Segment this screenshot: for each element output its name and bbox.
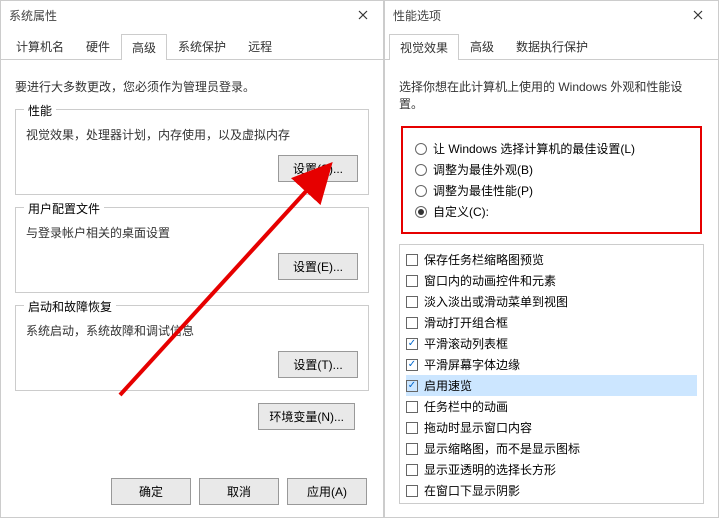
- close-button-right[interactable]: [678, 1, 718, 29]
- radio-option-1[interactable]: 调整为最佳外观(B): [415, 159, 688, 180]
- check-option-5[interactable]: 平滑屏幕字体边缘: [406, 354, 697, 375]
- env-vars-button[interactable]: 环境变量(N)...: [258, 403, 355, 430]
- intro-right: 选择你想在此计算机上使用的 Windows 外观和性能设置。: [399, 78, 704, 112]
- check-label: 窗口内的动画控件和元素: [424, 272, 556, 289]
- system-properties-window: 系统属性 计算机名 硬件 高级 系统保护 远程 要进行大多数更改，您必须作为管理…: [0, 0, 384, 518]
- check-label: 在单击后淡出菜单: [424, 503, 520, 504]
- check-label: 任务栏中的动画: [424, 398, 508, 415]
- check-option-9[interactable]: 显示缩略图，而不是显示图标: [406, 438, 697, 459]
- tab-hardware[interactable]: 硬件: [75, 33, 121, 59]
- tab-system-protection[interactable]: 系统保护: [167, 33, 237, 59]
- radio-option-2[interactable]: 调整为最佳性能(P): [415, 180, 688, 201]
- settings-button-profile[interactable]: 设置(E)...: [278, 253, 358, 280]
- checkbox-icon: [406, 254, 418, 266]
- window-title: 系统属性: [9, 7, 57, 24]
- tab-dep[interactable]: 数据执行保护: [505, 33, 599, 59]
- window-title-right: 性能选项: [393, 7, 441, 24]
- check-label: 拖动时显示窗口内容: [424, 419, 532, 436]
- group-startup: 启动和故障恢复 系统启动，系统故障和调试信息 设置(T)...: [15, 305, 369, 391]
- check-option-10[interactable]: 显示亚透明的选择长方形: [406, 459, 697, 480]
- check-option-11[interactable]: 在窗口下显示阴影: [406, 480, 697, 501]
- checkbox-icon: [406, 275, 418, 287]
- group-title-perf: 性能: [24, 102, 56, 119]
- content-left: 要进行大多数更改，您必须作为管理员登录。 性能 视觉效果，处理器计划，内存使用，…: [1, 60, 383, 442]
- check-label: 显示缩略图，而不是显示图标: [424, 440, 580, 457]
- titlebar-left: 系统属性: [1, 1, 383, 29]
- titlebar-right: 性能选项: [385, 1, 718, 29]
- tabs-left: 计算机名 硬件 高级 系统保护 远程: [1, 33, 383, 60]
- radio-label: 自定义(C):: [433, 203, 489, 220]
- tab-advanced[interactable]: 高级: [121, 34, 167, 60]
- close-button-left[interactable]: [343, 1, 383, 29]
- checkbox-icon: [406, 296, 418, 308]
- cancel-button[interactable]: 取消: [199, 478, 279, 505]
- checkbox-icon: [406, 485, 418, 497]
- checkbox-icon: [406, 464, 418, 476]
- check-label: 启用速览: [424, 377, 472, 394]
- performance-options-window: 性能选项 视觉效果 高级 数据执行保护 选择你想在此计算机上使用的 Window…: [384, 0, 719, 518]
- group-title-startup: 启动和故障恢复: [24, 298, 116, 315]
- check-option-0[interactable]: 保存任务栏缩略图预览: [406, 249, 697, 270]
- group-title-profile: 用户配置文件: [24, 200, 104, 217]
- check-option-3[interactable]: 滑动打开组合框: [406, 312, 697, 333]
- intro-text: 要进行大多数更改，您必须作为管理员登录。: [15, 78, 369, 95]
- check-option-1[interactable]: 窗口内的动画控件和元素: [406, 270, 697, 291]
- close-icon: [358, 10, 368, 20]
- radio-icon: [415, 143, 427, 155]
- group-performance: 性能 视觉效果，处理器计划，内存使用，以及虚拟内存 设置(S)...: [15, 109, 369, 195]
- tab-remote[interactable]: 远程: [237, 33, 283, 59]
- ok-button[interactable]: 确定: [111, 478, 191, 505]
- settings-button-startup[interactable]: 设置(T)...: [278, 351, 358, 378]
- radio-icon: [415, 185, 427, 197]
- check-label: 显示亚透明的选择长方形: [424, 461, 556, 478]
- radio-group: 让 Windows 选择计算机的最佳设置(L) 调整为最佳外观(B) 调整为最佳性能…: [401, 126, 702, 234]
- check-option-6[interactable]: 启用速览: [406, 375, 697, 396]
- close-icon: [693, 10, 703, 20]
- checkbox-icon: [406, 317, 418, 329]
- radio-label: 调整为最佳外观(B): [433, 161, 533, 178]
- check-option-4[interactable]: 平滑滚动列表框: [406, 333, 697, 354]
- group-profile: 用户配置文件 与登录帐户相关的桌面设置 设置(E)...: [15, 207, 369, 293]
- checkbox-icon: [406, 338, 418, 350]
- checkbox-icon: [406, 422, 418, 434]
- apply-button[interactable]: 应用(A): [287, 478, 367, 505]
- check-label: 滑动打开组合框: [424, 314, 508, 331]
- tab-computer-name[interactable]: 计算机名: [5, 33, 75, 59]
- tab-visual-effects[interactable]: 视觉效果: [389, 34, 459, 60]
- radio-label: 调整为最佳性能(P): [433, 182, 533, 199]
- check-list[interactable]: 保存任务栏缩略图预览窗口内的动画控件和元素淡入淡出或滑动菜单到视图滑动打开组合框…: [399, 244, 704, 504]
- check-option-12[interactable]: 在单击后淡出菜单: [406, 501, 697, 504]
- group-desc-startup: 系统启动，系统故障和调试信息: [26, 322, 358, 339]
- settings-button-perf[interactable]: 设置(S)...: [278, 155, 358, 182]
- checkbox-icon: [406, 359, 418, 371]
- content-right: 选择你想在此计算机上使用的 Windows 外观和性能设置。 让 Windows…: [385, 60, 718, 516]
- radio-label: 让 Windows 选择计算机的最佳设置(L): [433, 140, 635, 157]
- check-label: 在窗口下显示阴影: [424, 482, 520, 499]
- checkbox-icon: [406, 380, 418, 392]
- check-label: 平滑屏幕字体边缘: [424, 356, 520, 373]
- check-label: 保存任务栏缩略图预览: [424, 251, 544, 268]
- footer-left: 确定 取消 应用(A): [111, 478, 367, 505]
- check-label: 淡入淡出或滑动菜单到视图: [424, 293, 568, 310]
- radio-option-0[interactable]: 让 Windows 选择计算机的最佳设置(L): [415, 138, 688, 159]
- checkbox-icon: [406, 443, 418, 455]
- checkbox-icon: [406, 401, 418, 413]
- check-option-7[interactable]: 任务栏中的动画: [406, 396, 697, 417]
- check-label: 平滑滚动列表框: [424, 335, 508, 352]
- tabs-right: 视觉效果 高级 数据执行保护: [385, 33, 718, 60]
- radio-icon: [415, 206, 427, 218]
- group-desc-profile: 与登录帐户相关的桌面设置: [26, 224, 358, 241]
- check-option-8[interactable]: 拖动时显示窗口内容: [406, 417, 697, 438]
- radio-icon: [415, 164, 427, 176]
- radio-option-3[interactable]: 自定义(C):: [415, 201, 688, 222]
- tab-advanced-right[interactable]: 高级: [459, 33, 505, 59]
- group-desc-perf: 视觉效果，处理器计划，内存使用，以及虚拟内存: [26, 126, 358, 143]
- check-option-2[interactable]: 淡入淡出或滑动菜单到视图: [406, 291, 697, 312]
